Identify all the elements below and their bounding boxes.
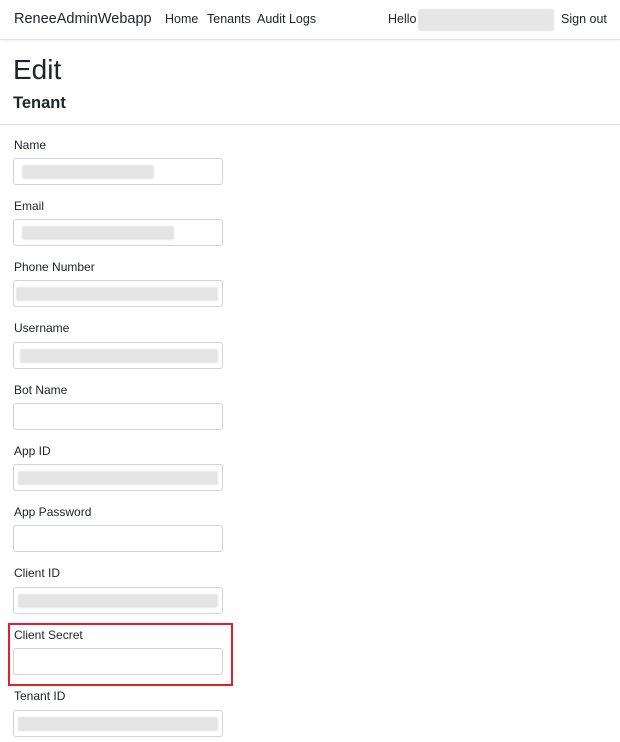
name-label: Name: [14, 138, 47, 152]
page-title: Edit: [13, 54, 62, 85]
sign-out-link[interactable]: Sign out: [561, 12, 607, 26]
app-password-input[interactable]: [13, 525, 223, 552]
app-id-input[interactable]: [13, 464, 223, 491]
app-id-label: App ID: [14, 444, 51, 458]
tenant-id-input[interactable]: [13, 710, 223, 737]
username-input[interactable]: [13, 342, 223, 369]
top-navbar: ReneeAdminWebapp Home Tenants Audit Logs…: [0, 0, 620, 40]
hello-greeting: Hello: [388, 12, 417, 26]
redacted-user-email[interactable]: [418, 9, 554, 31]
nav-link-audit-logs[interactable]: Audit Logs: [257, 12, 316, 26]
client-id-input[interactable]: [13, 587, 223, 614]
name-input[interactable]: [13, 158, 223, 185]
client-secret-label: Client Secret: [14, 628, 83, 642]
bot-name-input[interactable]: [13, 403, 223, 430]
nav-link-tenants[interactable]: Tenants: [207, 12, 251, 26]
email-input[interactable]: [13, 219, 223, 246]
app-password-label: App Password: [14, 505, 92, 519]
page-subtitle: Tenant: [13, 94, 66, 112]
tenant-id-label: Tenant ID: [14, 689, 66, 703]
nav-link-home[interactable]: Home: [165, 12, 198, 26]
phone-number-label: Phone Number: [14, 260, 95, 274]
client-id-label: Client ID: [14, 566, 61, 580]
brand-link[interactable]: ReneeAdminWebapp: [14, 11, 152, 27]
username-label: Username: [14, 321, 70, 335]
phone-number-input[interactable]: [13, 280, 223, 307]
divider: [0, 124, 620, 125]
email-label: Email: [14, 199, 45, 213]
bot-name-label: Bot Name: [14, 383, 68, 397]
client-secret-input[interactable]: [13, 648, 223, 675]
